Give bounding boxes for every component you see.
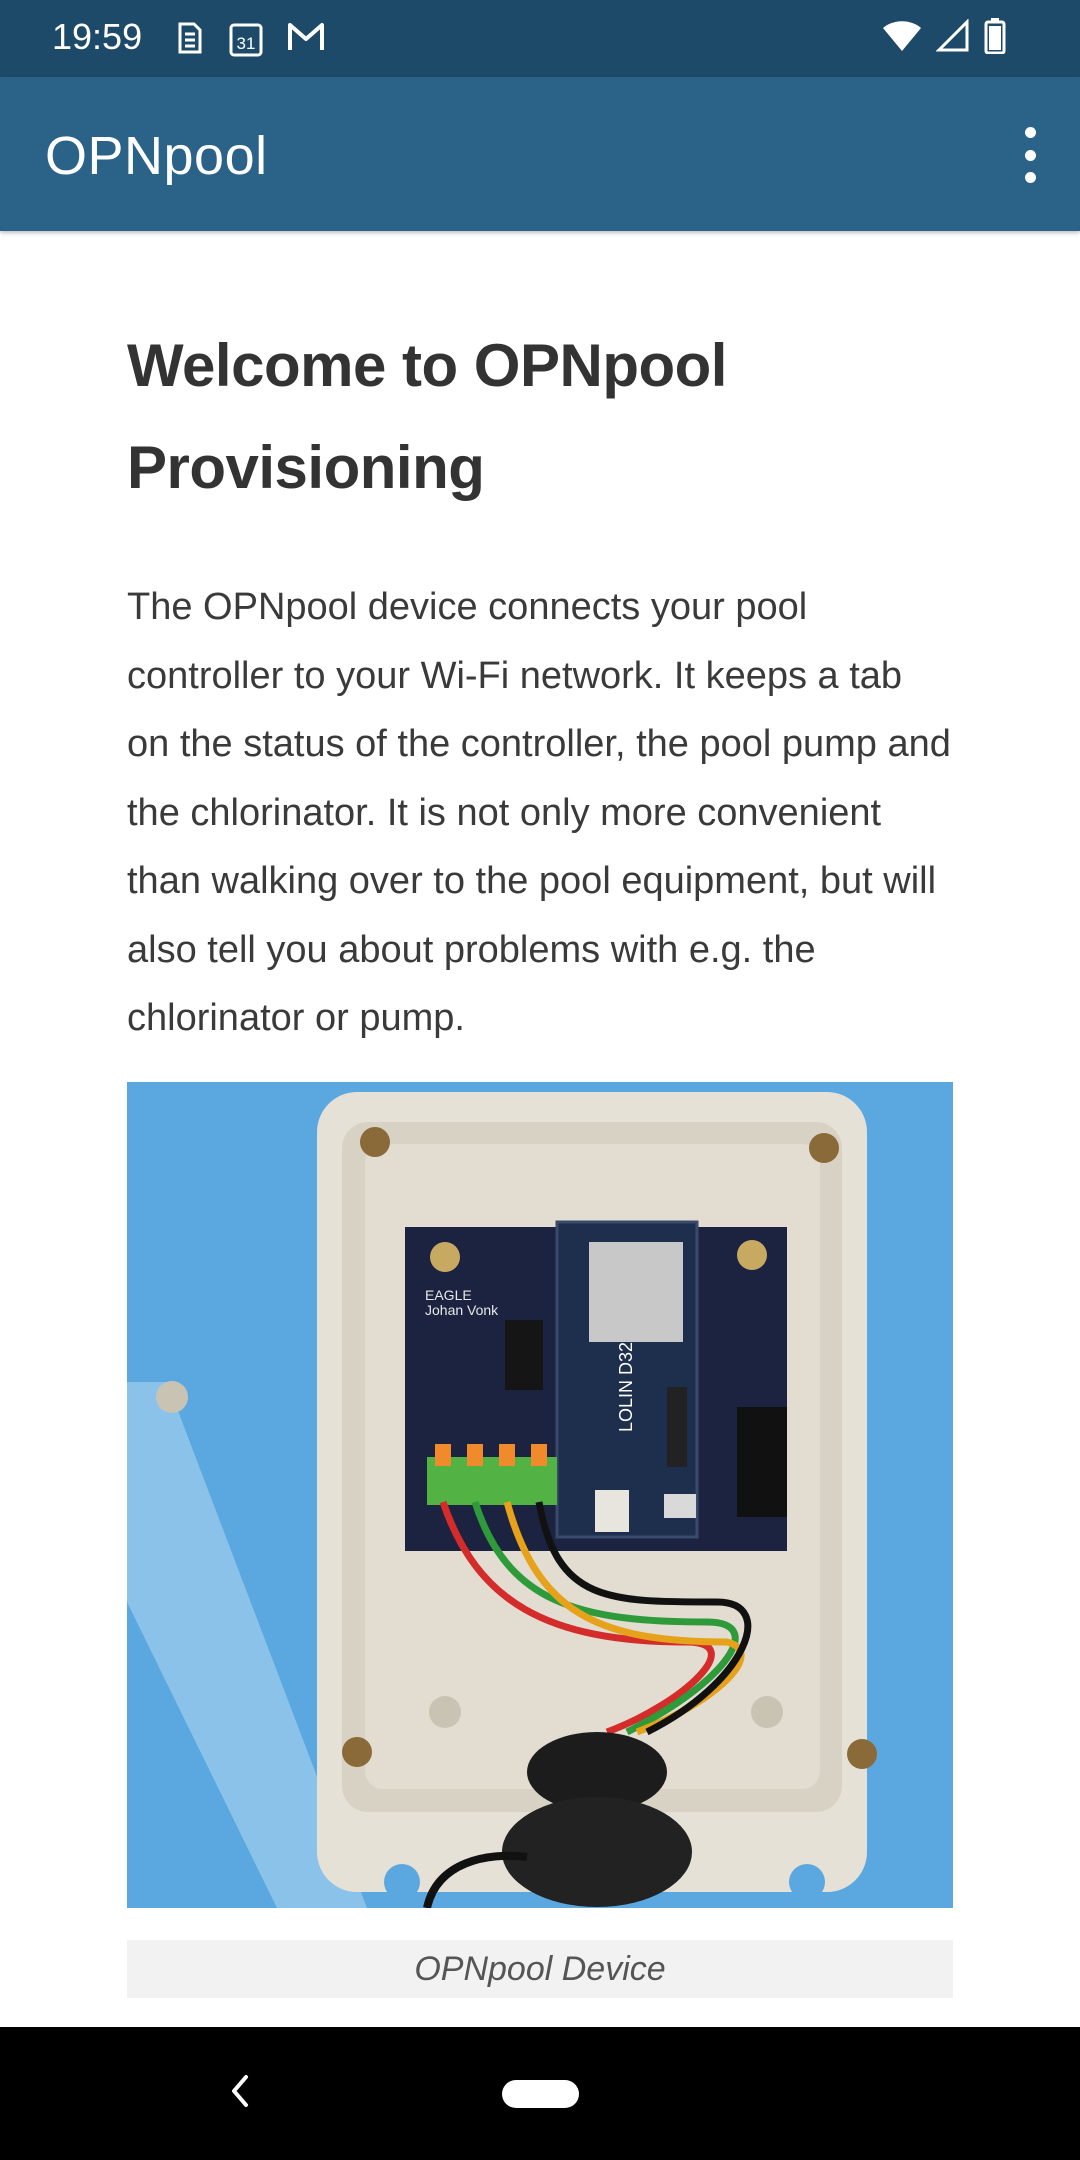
figure-caption: OPNpool Device — [127, 1940, 953, 1998]
device-figure: LOLIN D32 EAGLE Johan Vonk OPNpool Devic… — [127, 1082, 953, 1998]
main-content: Welcome to OPNpool Provisioning The OPNp… — [127, 231, 953, 1998]
calendar-icon: 31 — [229, 23, 263, 57]
home-pill-icon[interactable] — [502, 2080, 579, 2108]
gmail-icon — [288, 23, 324, 50]
battery-icon — [984, 18, 1006, 54]
app-title: OPNpool — [45, 126, 268, 186]
wifi-icon — [883, 21, 921, 51]
svg-text:31: 31 — [237, 34, 256, 53]
app-bar: OPNpool — [0, 77, 1080, 231]
intro-text: The OPNpool device connects your pool co… — [127, 586, 951, 1039]
system-nav-bar — [0, 2027, 1080, 2160]
svg-text:Johan Vonk: Johan Vonk — [425, 1302, 499, 1318]
status-time: 19:59 — [52, 16, 143, 57]
signal-icon — [936, 19, 969, 52]
device-illustration: LOLIN D32 EAGLE Johan Vonk — [127, 1082, 953, 1908]
back-icon[interactable] — [226, 2071, 252, 2111]
status-bar: 19:59 31 — [0, 0, 1080, 77]
more-vert-icon[interactable] — [1018, 127, 1042, 183]
svg-text:EAGLE: EAGLE — [425, 1287, 472, 1303]
svg-text:LOLIN D32: LOLIN D32 — [616, 1342, 636, 1432]
device-photo: LOLIN D32 EAGLE Johan Vonk — [127, 1082, 953, 1908]
sim-icon — [178, 22, 202, 54]
page-title: Welcome to OPNpool Provisioning — [127, 332, 727, 501]
